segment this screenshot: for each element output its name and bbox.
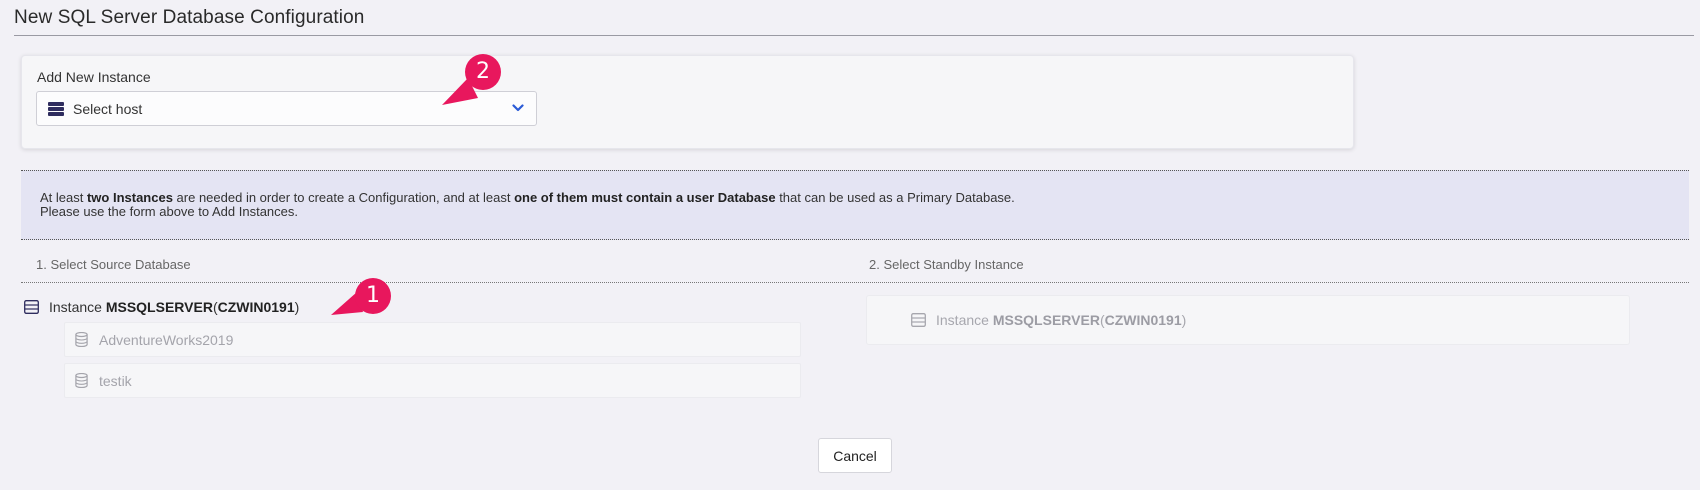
source-instance[interactable]: Instance MSSQLSERVER (CZWIN0191) xyxy=(24,299,299,315)
instance-name: MSSQLSERVER xyxy=(992,312,1100,328)
info-text: At least xyxy=(40,190,87,205)
database-row[interactable]: AdventureWorks2019 xyxy=(64,322,801,357)
instance-host: CZWIN0191 xyxy=(1104,312,1182,328)
callout-marker-2 xyxy=(442,54,501,105)
database-name: AdventureWorks2019 xyxy=(99,331,234,348)
standby-instance[interactable]: Instance MSSQLSERVER (CZWIN0191) xyxy=(866,295,1630,345)
info-line-2: Please use the form above to Add Instanc… xyxy=(40,204,298,219)
source-section-header: 1. Select Source Database xyxy=(36,257,191,272)
info-text: that can be used as a Primary Database. xyxy=(775,190,1015,205)
add-instance-label: Add New Instance xyxy=(37,69,151,85)
info-text: are needed in order to create a Configur… xyxy=(172,190,515,205)
info-banner: At least two Instances are needed in ord… xyxy=(21,170,1689,240)
info-line-1: At least two Instances are needed in ord… xyxy=(40,191,1689,205)
chevron-down-icon xyxy=(512,104,524,112)
callout-number: 2 xyxy=(476,59,490,84)
database-row[interactable]: testik xyxy=(64,363,801,398)
page: New SQL Server Database Configuration Ad… xyxy=(0,0,1700,490)
standby-section-header: 2. Select Standby Instance xyxy=(869,257,1024,272)
database-icon xyxy=(75,332,88,347)
page-title: New SQL Server Database Configuration xyxy=(14,7,365,28)
instance-close: ) xyxy=(1181,312,1187,328)
instance-prefix: Instance xyxy=(936,312,989,328)
host-select-value: Select host xyxy=(73,100,143,117)
info-emphasis: one of them must contain a user Database xyxy=(514,190,776,205)
instance-name: MSSQLSERVER xyxy=(105,299,213,315)
instance-host: CZWIN0191 xyxy=(217,299,295,315)
instance-close: ) xyxy=(294,299,300,315)
server-stack-icon xyxy=(48,101,64,116)
instance-icon xyxy=(911,313,926,327)
add-instance-card: Add New Instance Select host xyxy=(21,55,1354,149)
instance-icon xyxy=(24,300,39,314)
title-divider xyxy=(14,35,1694,36)
instance-prefix: Instance xyxy=(49,299,102,315)
cancel-button[interactable]: Cancel xyxy=(818,438,892,473)
section-divider xyxy=(21,282,1689,283)
database-icon xyxy=(75,373,88,388)
callout-number: 1 xyxy=(366,283,380,308)
info-emphasis: two Instances xyxy=(86,190,173,205)
database-name: testik xyxy=(99,372,132,389)
callout-marker-1 xyxy=(331,278,391,315)
